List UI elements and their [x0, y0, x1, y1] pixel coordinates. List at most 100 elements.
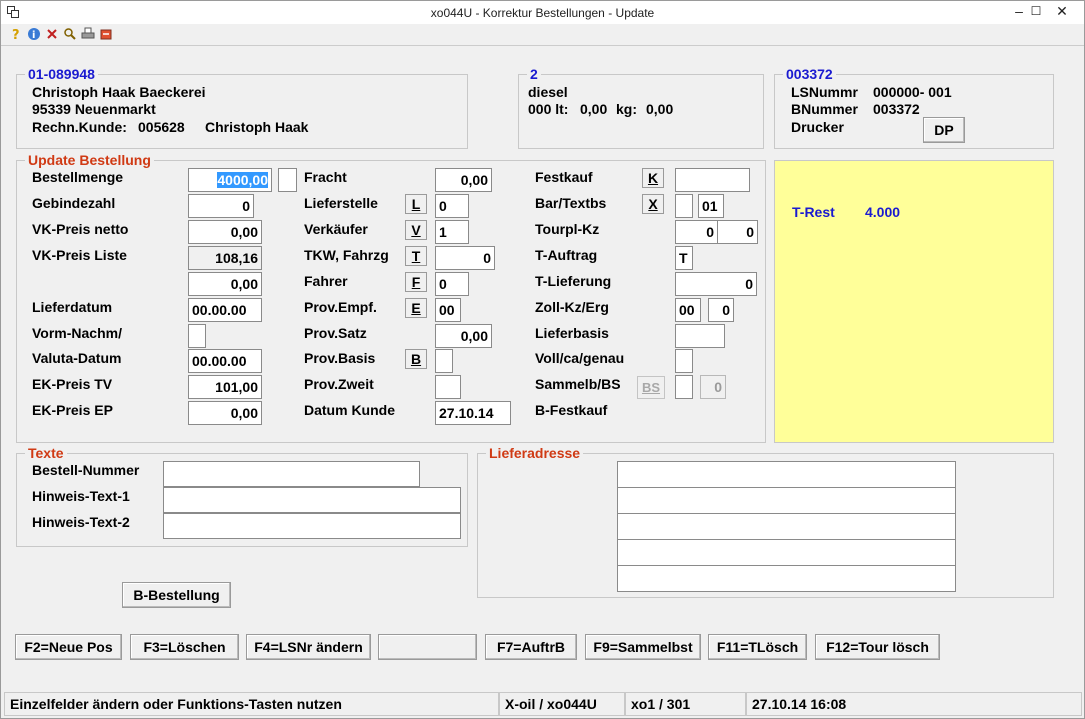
liter-value: 0,00 — [580, 101, 608, 117]
valuta-input[interactable]: 00.00.00 — [188, 349, 262, 373]
label-ek-preis-tv: EK-Preis TV — [32, 376, 113, 392]
customer-city: 95339 Neuenmarkt — [32, 101, 156, 117]
fahrer-lookup-button[interactable]: F — [405, 272, 427, 292]
label-zoll-kz-erg: Zoll-Kz/Erg — [535, 299, 609, 315]
customer-number: 01-089948 — [25, 66, 98, 82]
lieferstelle-input[interactable]: 0 — [435, 194, 469, 218]
prov-empf-lookup-button[interactable]: E — [405, 298, 427, 318]
bestellmenge-value: 4000,00 — [217, 172, 268, 188]
ek-tv-input[interactable]: 101,00 — [188, 375, 262, 399]
bar-input[interactable] — [675, 194, 693, 218]
f4-lsnr-aendern-button[interactable]: F4=LSNr ändern — [246, 634, 371, 660]
label-t-auftrag: T-Auftrag — [535, 247, 598, 263]
print-icon[interactable] — [81, 27, 95, 41]
printer-label: Drucker — [791, 119, 844, 135]
festkauf-input[interactable] — [675, 168, 750, 192]
vk-netto-input[interactable]: 0,00 — [188, 220, 262, 244]
close-window-button[interactable]: ✕ — [1045, 1, 1079, 23]
label-prov-empf: Prov.Empf. — [304, 299, 377, 315]
fracht-input[interactable]: 0,00 — [435, 168, 492, 192]
datum-kunde-input[interactable]: 27.10.14 — [435, 401, 511, 425]
lieferadresse-line-5[interactable] — [617, 565, 956, 592]
bar-lookup-button[interactable]: X — [642, 194, 664, 214]
textbs-input[interactable]: 01 — [698, 194, 724, 218]
f11-tloesch-button[interactable]: F11=TLösch — [708, 634, 807, 660]
lieferadresse-line-1[interactable] — [617, 461, 956, 488]
prov-basis-lookup-button[interactable]: B — [405, 349, 427, 369]
prov-zweit-input[interactable] — [435, 375, 461, 399]
close-icon[interactable] — [45, 27, 59, 41]
ls-number-value: 000000- 001 — [873, 84, 952, 100]
t-lieferung-input[interactable]: 0 — [675, 272, 757, 296]
tourpl-input-2[interactable]: 0 — [717, 220, 758, 244]
label-b-festkauf: B-Festkauf — [535, 402, 608, 418]
gebindezahl-input[interactable]: 0 — [188, 194, 254, 218]
label-t-lieferung: T-Lieferung — [535, 273, 612, 289]
label-bestellmenge: Bestellmenge — [32, 169, 124, 185]
customer-panel: 01-089948 Christoph Haak Baeckerei 95339… — [16, 66, 468, 149]
f3-loeschen-button[interactable]: F3=Löschen — [130, 634, 239, 660]
label-festkauf: Festkauf — [535, 169, 593, 185]
tourpl-input-1[interactable]: 0 — [675, 220, 718, 244]
sammelb-bs-button[interactable]: BS — [637, 376, 665, 399]
search-icon[interactable] — [63, 27, 77, 41]
festkauf-lookup-button[interactable]: K — [642, 168, 664, 188]
lieferdatum-input[interactable]: 00.00.00 — [188, 298, 262, 322]
ek-ep-input[interactable]: 0,00 — [188, 401, 262, 425]
dp-button[interactable]: DP — [923, 117, 965, 143]
verkaeufer-lookup-button[interactable]: V — [405, 220, 427, 240]
label-hinweis-text-1: Hinweis-Text-1 — [32, 488, 130, 504]
bestellmenge-input[interactable]: 4000,00 — [188, 168, 272, 192]
prov-empf-input[interactable]: 00 — [435, 298, 461, 322]
hinweis-text-2-input[interactable] — [163, 513, 461, 539]
voll-ca-genau-input[interactable] — [675, 349, 693, 373]
prov-basis-input[interactable] — [435, 349, 453, 373]
b-number-label: BNummer — [791, 101, 858, 117]
liter-label: 000 lt: — [528, 101, 569, 117]
label-prov-basis: Prov.Basis — [304, 350, 376, 366]
fahrer-input[interactable]: 0 — [435, 272, 469, 296]
lieferbasis-input[interactable] — [675, 324, 725, 348]
label-prov-zweit: Prov.Zweit — [304, 376, 374, 392]
lieferadresse-line-3[interactable] — [617, 513, 956, 540]
label-hinweis-text-2: Hinweis-Text-2 — [32, 514, 130, 530]
vk-extra-input[interactable]: 0,00 — [188, 272, 262, 296]
product-name: diesel — [528, 84, 568, 100]
zoll-erg-input[interactable]: 0 — [708, 298, 734, 322]
lieferadresse-line-2[interactable] — [617, 487, 956, 514]
tkw-lookup-button[interactable]: T — [405, 246, 427, 266]
b-number-value: 003372 — [873, 101, 920, 117]
sammelb-input[interactable] — [675, 375, 693, 399]
bs-input: 0 — [700, 375, 726, 399]
empty-function-button[interactable] — [378, 634, 477, 660]
help-icon[interactable]: ? — [9, 27, 23, 41]
status-position: xo1 / 301 — [625, 692, 746, 716]
hinweis-text-1-input[interactable] — [163, 487, 461, 513]
t-auftrag-input[interactable]: T — [675, 246, 693, 270]
tkw-input[interactable]: 0 — [435, 246, 495, 270]
refresh-icon[interactable] — [99, 27, 113, 41]
lieferadresse-line-4[interactable] — [617, 539, 956, 566]
f7-auftrb-button[interactable]: F7=AuftrB — [485, 634, 577, 660]
f12-tour-loesch-button[interactable]: F12=Tour lösch — [815, 634, 940, 660]
title-bar: xo044U - Korrektur Bestellungen - Update… — [1, 1, 1084, 24]
zoll-kz-input[interactable]: 00 — [675, 298, 701, 322]
vorm-nachm-input[interactable] — [188, 324, 206, 348]
f2-neue-pos-button[interactable]: F2=Neue Pos — [15, 634, 122, 660]
prov-satz-input[interactable]: 0,00 — [435, 324, 492, 348]
bestellmenge-flag[interactable] — [278, 168, 297, 192]
bestell-nummer-input[interactable] — [163, 461, 420, 487]
lieferadresse-legend: Lieferadresse — [486, 445, 584, 461]
label-prov-satz: Prov.Satz — [304, 325, 367, 341]
t-rest-label: T-Rest — [792, 204, 835, 220]
status-datetime: 27.10.14 16:08 — [746, 692, 1082, 716]
f9-sammelbst-button[interactable]: F9=Sammelbst — [585, 634, 701, 660]
application-window: xo044U - Korrektur Bestellungen - Update… — [0, 0, 1085, 719]
label-lieferstelle: Lieferstelle — [304, 195, 378, 211]
verkaeufer-input[interactable]: 1 — [435, 220, 469, 244]
lieferstelle-lookup-button[interactable]: L — [405, 194, 427, 214]
info-icon[interactable]: i — [27, 27, 41, 41]
label-datum-kunde: Datum Kunde — [304, 402, 395, 418]
b-bestellung-button[interactable]: B-Bestellung — [122, 582, 231, 608]
invoice-customer-number: 005628 — [138, 119, 185, 135]
